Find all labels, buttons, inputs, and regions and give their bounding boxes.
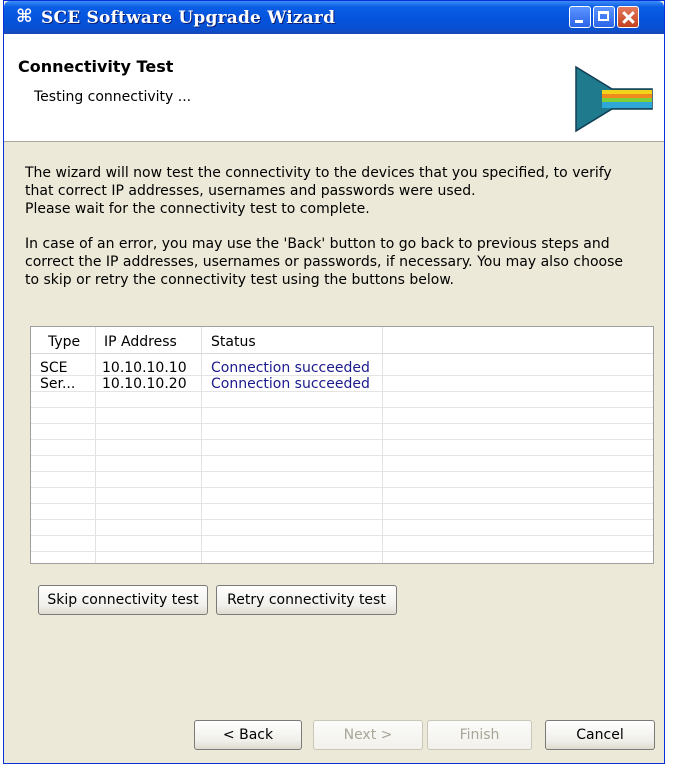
description-line: correct the IP addresses, usernames or p… bbox=[25, 254, 623, 270]
description-line: Please wait for the connectivity test to… bbox=[25, 201, 370, 217]
table-row-empty bbox=[31, 440, 653, 456]
cell-status: Connection succeeded bbox=[211, 360, 370, 376]
command-key-icon: ⌘ bbox=[16, 6, 33, 27]
wizard-window: ⌘ SCE Software Upgrade Wizard Connectivi… bbox=[3, 0, 665, 764]
table-row[interactable]: Ser... 10.10.10.20 Connection succeeded bbox=[31, 376, 653, 392]
cell-ip: 10.10.10.10 bbox=[102, 360, 187, 376]
description-line: The wizard will now test the connectivit… bbox=[25, 165, 612, 181]
page-subtitle: Testing connectivity ... bbox=[34, 89, 192, 105]
next-button[interactable]: Next > bbox=[313, 720, 423, 750]
cell-type: SCE bbox=[40, 360, 68, 376]
finish-button[interactable]: Finish bbox=[427, 720, 532, 750]
minimize-button[interactable] bbox=[569, 6, 591, 28]
description-line: In case of an error, you may use the 'Ba… bbox=[25, 236, 610, 252]
table-row-empty bbox=[31, 488, 653, 504]
table-row-empty bbox=[31, 536, 653, 552]
retry-connectivity-test-button[interactable]: Retry connectivity test bbox=[216, 585, 397, 615]
description-line: to skip or retry the connectivity test u… bbox=[25, 272, 454, 288]
page-title: Connectivity Test bbox=[18, 57, 174, 76]
cell-type: Ser... bbox=[40, 376, 76, 392]
maximize-button[interactable] bbox=[593, 6, 615, 28]
skip-connectivity-test-button[interactable]: Skip connectivity test bbox=[38, 585, 208, 615]
column-header-status[interactable]: Status bbox=[211, 327, 256, 353]
column-header-type[interactable]: Type bbox=[48, 327, 80, 353]
table-row-empty bbox=[31, 456, 653, 472]
title-bar[interactable]: ⌘ SCE Software Upgrade Wizard bbox=[4, 1, 664, 34]
table-row-empty bbox=[31, 392, 653, 408]
table-row-empty bbox=[31, 424, 653, 440]
wizard-header: Connectivity Test Testing connectivity .… bbox=[4, 34, 664, 142]
column-header-ip-address[interactable]: IP Address bbox=[104, 327, 177, 353]
devices-table[interactable]: Type IP Address Status SCE 10.10.10.10 C… bbox=[30, 326, 654, 564]
table-header: Type IP Address Status bbox=[31, 327, 653, 354]
cell-ip: 10.10.10.20 bbox=[102, 376, 187, 392]
back-button[interactable]: < Back bbox=[194, 720, 302, 750]
table-row-empty bbox=[31, 408, 653, 424]
description-line: that correct IP addresses, usernames and… bbox=[25, 183, 476, 199]
table-row-empty bbox=[31, 504, 653, 520]
wizard-banner-icon bbox=[575, 65, 653, 133]
table-row[interactable]: SCE 10.10.10.10 Connection succeeded bbox=[31, 360, 653, 376]
table-row-empty bbox=[31, 472, 653, 488]
window-title: SCE Software Upgrade Wizard bbox=[41, 8, 336, 28]
table-row-empty bbox=[31, 520, 653, 536]
close-button[interactable] bbox=[617, 6, 639, 28]
cell-status: Connection succeeded bbox=[211, 376, 370, 392]
cancel-button[interactable]: Cancel bbox=[545, 720, 655, 750]
